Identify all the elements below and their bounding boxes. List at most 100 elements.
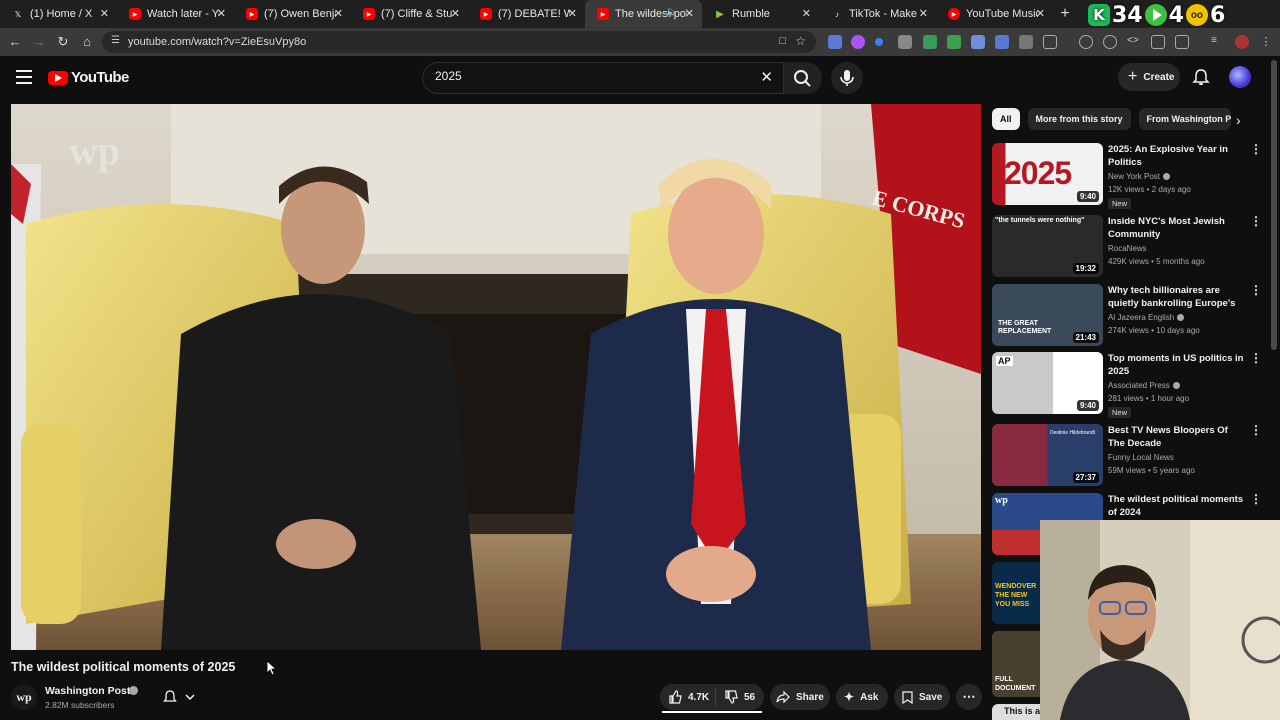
search-button[interactable] bbox=[784, 62, 822, 94]
close-tab-icon[interactable]: ✕ bbox=[919, 7, 928, 20]
extension-icon-5[interactable] bbox=[923, 35, 937, 49]
recommended-channel-name[interactable]: New York Post bbox=[1108, 172, 1171, 181]
install-app-icon[interactable]: □ bbox=[779, 35, 786, 47]
chip-from-washington-post[interactable]: From Washington Po bbox=[1138, 108, 1231, 130]
dislike-button[interactable]: 56 bbox=[716, 690, 755, 704]
notifications-bell-icon[interactable] bbox=[1192, 68, 1210, 86]
browser-tab[interactable]: ♪ TikTok - Make Your✕ bbox=[819, 0, 936, 28]
recommended-channel-name[interactable]: Associated Press bbox=[1108, 381, 1180, 390]
browser-menu-icon[interactable]: ⋮ bbox=[1259, 35, 1273, 49]
recommended-video-title[interactable]: Top moments in US politics in 2025 bbox=[1108, 352, 1244, 378]
url-bar[interactable]: ☰ youtube.com/watch?v=ZieEsuVpy8o □ ☆ bbox=[102, 31, 816, 53]
recommended-channel-name[interactable]: Funny Local News bbox=[1108, 453, 1174, 462]
video-thumbnail[interactable]: Destinie Hildebrandt 27:37 bbox=[992, 424, 1103, 486]
performance-icon[interactable] bbox=[1103, 35, 1117, 49]
tab-audio-icon[interactable]: 🔈 bbox=[666, 7, 678, 18]
partial-thumbnail-3[interactable]: This is a bbox=[992, 704, 1040, 720]
recommended-channel-name[interactable]: RocaNews bbox=[1108, 244, 1147, 253]
clear-search-icon[interactable]: ✕ bbox=[760, 68, 773, 86]
more-vertical-icon[interactable]: ⋮ bbox=[1250, 143, 1262, 155]
browser-tab[interactable]: ▶ YouTube Music ✕ bbox=[936, 0, 1053, 28]
recommended-video-title[interactable]: Why tech billionaires are quietly bankro… bbox=[1108, 284, 1250, 310]
recommended-video[interactable]: "the tunnels were nothing" 19:32 Inside NY… bbox=[992, 215, 1264, 279]
close-tab-icon[interactable]: ✕ bbox=[802, 7, 811, 20]
extensions-puzzle-icon[interactable] bbox=[1043, 35, 1057, 49]
recommended-channel-name[interactable]: Al Jazeera English bbox=[1108, 313, 1185, 322]
extension-icon-8[interactable] bbox=[995, 35, 1009, 49]
partial-thumbnail-2[interactable]: FULL DOCUMENT bbox=[992, 631, 1040, 697]
chip-all[interactable]: All bbox=[992, 108, 1020, 130]
extension-icon-1[interactable] bbox=[828, 35, 842, 49]
save-button[interactable]: Save bbox=[894, 684, 950, 710]
page-scrollbar[interactable] bbox=[1271, 60, 1277, 350]
recommended-video-title[interactable]: Inside NYC's Most Jewish Community bbox=[1108, 215, 1244, 241]
close-tab-icon[interactable]: ✕ bbox=[1036, 7, 1045, 20]
chevron-right-icon[interactable]: › bbox=[1236, 112, 1241, 128]
more-vertical-icon[interactable]: ⋮ bbox=[1250, 493, 1262, 505]
back-icon[interactable]: ← bbox=[6, 33, 24, 51]
create-button[interactable]: + Create bbox=[1118, 63, 1180, 91]
voice-search-button[interactable] bbox=[831, 62, 863, 94]
more-actions-button[interactable]: ⋯ bbox=[956, 684, 982, 710]
partial-thumbnail-1[interactable]: WENDOVER THE NEW YOU MISS bbox=[992, 562, 1040, 624]
browser-tab[interactable]: ▶ (7) DEBATE! Who A✕ bbox=[468, 0, 585, 28]
recommended-video[interactable]: THE GREAT REPLACEMENT 21:43 Why tech billi… bbox=[992, 284, 1264, 348]
video-thumbnail[interactable]: THE GREAT REPLACEMENT 21:43 bbox=[992, 284, 1103, 346]
youtube-logo[interactable]: YouTube bbox=[48, 69, 129, 86]
like-button[interactable]: 4.7K bbox=[660, 688, 716, 706]
reload-icon[interactable]: ↻ bbox=[54, 33, 72, 51]
browser-tab[interactable]: ▶ Watch later - YouTu✕ bbox=[117, 0, 234, 28]
recommended-video[interactable]: AP 9:40 Top moments in US politics in 2025… bbox=[992, 352, 1264, 418]
account-avatar[interactable] bbox=[1229, 66, 1251, 88]
side-panel-icon[interactable] bbox=[1175, 35, 1189, 49]
extension-icon-7[interactable] bbox=[971, 35, 985, 49]
history-icon[interactable] bbox=[1079, 35, 1093, 49]
recommended-video[interactable]: 2025 9:40 2025: An Explosive Year in Polit… bbox=[992, 143, 1264, 209]
channel-avatar[interactable]: wp bbox=[11, 684, 37, 710]
recommended-video[interactable]: Destinie Hildebrandt 27:37 Best TV News Bl… bbox=[992, 424, 1264, 488]
extension-icon-3[interactable] bbox=[875, 38, 883, 46]
close-tab-icon[interactable]: ✕ bbox=[100, 7, 109, 20]
close-tab-icon[interactable]: ✕ bbox=[451, 7, 460, 20]
search-box[interactable]: 2025 ✕ bbox=[422, 62, 784, 94]
site-info-icon[interactable]: ☰ bbox=[111, 35, 120, 46]
video-thumbnail[interactable]: 2025 9:40 bbox=[992, 143, 1103, 205]
bookmark-star-icon[interactable]: ☆ bbox=[795, 34, 806, 48]
extension-icon-2[interactable] bbox=[851, 35, 865, 49]
devtools-icon[interactable]: <> bbox=[1127, 35, 1141, 49]
home-icon[interactable]: ⌂ bbox=[78, 33, 96, 51]
reading-list-icon[interactable] bbox=[1151, 35, 1165, 49]
subscription-bell-button[interactable] bbox=[153, 684, 205, 710]
search-input[interactable]: 2025 bbox=[435, 69, 462, 83]
extension-icon-4[interactable] bbox=[898, 35, 912, 49]
browser-tab[interactable]: ▶ The wildest poli 🔈 ✕ bbox=[585, 0, 702, 28]
extension-icon-9[interactable] bbox=[1019, 35, 1033, 49]
browser-tab[interactable]: ▶ (7) Owen Benjamin✕ bbox=[234, 0, 351, 28]
new-tab-button[interactable]: + bbox=[1055, 5, 1075, 23]
close-tab-icon[interactable]: ✕ bbox=[217, 7, 226, 20]
recommended-video-title[interactable]: Best TV News Bloopers Of The Decade bbox=[1108, 424, 1244, 450]
browser-tab[interactable]: ▶ Rumble ✕ bbox=[702, 0, 819, 28]
close-tab-icon[interactable]: ✕ bbox=[334, 7, 343, 20]
close-tab-icon[interactable]: ✕ bbox=[685, 7, 694, 20]
share-button[interactable]: Share bbox=[770, 684, 830, 710]
video-thumbnail[interactable]: "the tunnels were nothing" 19:32 bbox=[992, 215, 1103, 277]
browser-tab[interactable]: 𝕏 (1) Home / X ✕ bbox=[0, 0, 117, 28]
extension-icon-6[interactable] bbox=[947, 35, 961, 49]
more-vertical-icon[interactable]: ⋮ bbox=[1250, 284, 1262, 296]
more-vertical-icon[interactable]: ⋮ bbox=[1250, 352, 1262, 364]
video-thumbnail[interactable]: AP 9:40 bbox=[992, 352, 1103, 414]
browser-tab[interactable]: ▶ (7) Cliffe & Stuart K✕ bbox=[351, 0, 468, 28]
more-vertical-icon[interactable]: ⋮ bbox=[1250, 424, 1262, 436]
video-player[interactable]: E CORPS wp bbox=[11, 104, 981, 650]
cast-icon[interactable]: ≡ bbox=[1211, 35, 1225, 49]
hamburger-menu-icon[interactable] bbox=[16, 70, 32, 88]
channel-name[interactable]: Washington Post bbox=[45, 685, 130, 697]
profile-avatar-icon[interactable] bbox=[1235, 35, 1249, 49]
close-tab-icon[interactable]: ✕ bbox=[568, 7, 577, 20]
recommended-video-title[interactable]: 2025: An Explosive Year in Politics bbox=[1108, 143, 1244, 169]
chip-more-from-story[interactable]: More from this story bbox=[1027, 108, 1131, 130]
ask-button[interactable]: ✦ Ask bbox=[836, 684, 888, 710]
recommended-video-title[interactable]: The wildest political moments of 2024 bbox=[1108, 493, 1244, 519]
more-vertical-icon[interactable]: ⋮ bbox=[1250, 215, 1262, 227]
